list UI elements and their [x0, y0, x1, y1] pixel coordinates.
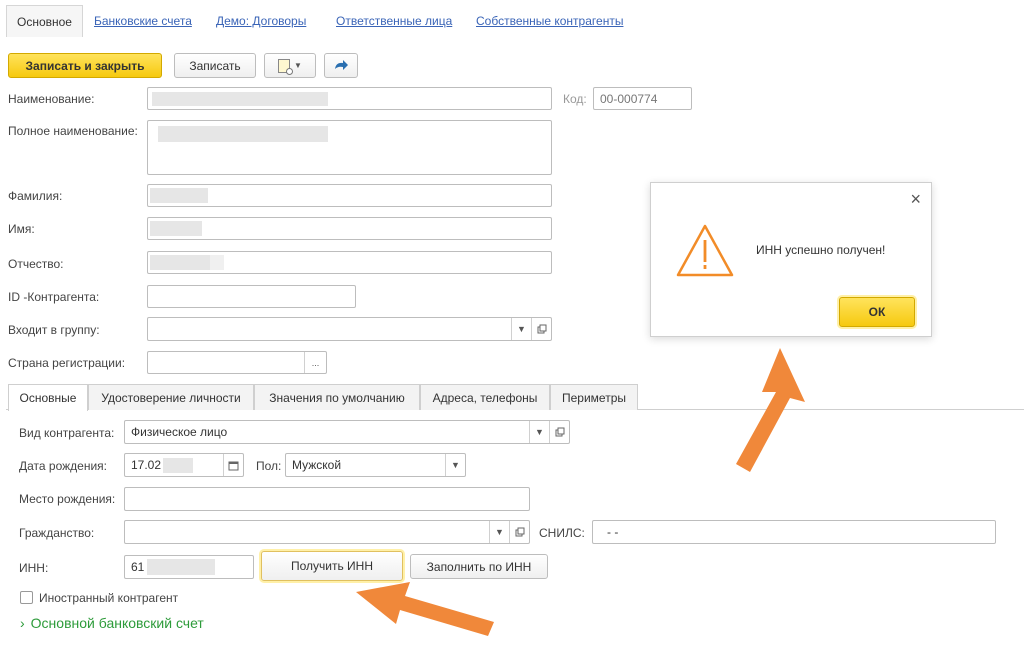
kind-select[interactable]: Физическое лицо ▼ [124, 420, 570, 444]
annotation-arrow-left-icon [356, 582, 494, 636]
inner-tab-main[interactable]: Основные [8, 384, 88, 411]
arrow-right-icon [335, 59, 348, 70]
inn-label: ИНН: [19, 561, 49, 575]
counterparty-id-field[interactable] [147, 285, 356, 308]
close-icon[interactable]: × [910, 189, 921, 210]
citizenship-field[interactable]: ▼ [124, 520, 530, 544]
birthdate-value: 17.02 [131, 458, 162, 472]
lastname-field[interactable] [147, 184, 552, 207]
birthplace-field[interactable] [124, 487, 530, 511]
birthplace-label: Место рождения: [19, 492, 116, 506]
foreign-label: Иностранный контрагент [39, 591, 179, 605]
save-button[interactable]: Записать [174, 53, 256, 78]
fullname-label: Полное наименование: [8, 124, 138, 138]
kind-value: Физическое лицо [131, 425, 228, 439]
country-label: Страна регистрации: [8, 356, 126, 370]
tab-main[interactable]: Основное [6, 5, 83, 37]
citizenship-label: Гражданство: [19, 526, 95, 540]
group-field[interactable]: ▼ [147, 317, 552, 341]
tab-responsible-persons[interactable]: Ответственные лица [336, 14, 452, 28]
middlename-label: Отчество: [8, 257, 64, 271]
middlename-field[interactable] [147, 251, 552, 274]
document-icon [278, 58, 294, 75]
firstname-label: Имя: [8, 222, 35, 236]
annotation-arrow-up-icon [736, 348, 805, 472]
code-field: 00-000774 [593, 87, 692, 110]
foreign-checkbox[interactable] [20, 591, 33, 604]
select-button[interactable]: ... [304, 352, 326, 373]
lastname-label: Фамилия: [8, 189, 63, 203]
go-to-button[interactable] [324, 53, 358, 78]
tab-bank-accounts[interactable]: Банковские счета [94, 14, 192, 28]
birthdate-label: Дата рождения: [19, 459, 107, 473]
inner-tab-defaults[interactable]: Значения по умолчанию [254, 384, 420, 410]
code-label: Код: [563, 92, 587, 106]
calendar-icon[interactable] [223, 454, 243, 476]
inner-tab-addresses[interactable]: Адреса, телефоны [420, 384, 550, 410]
bank-account-section-toggle[interactable]: › Основной банковский счет [20, 615, 204, 631]
inner-tab-identity[interactable]: Удостоверение личности [88, 384, 254, 410]
warning-icon [676, 224, 734, 277]
dialog-message: ИНН успешно получен! [756, 243, 886, 257]
counterparty-id-label: ID -Контрагента: [8, 290, 100, 304]
chevron-down-icon[interactable]: ▼ [511, 318, 531, 340]
snils-field[interactable]: - - [592, 520, 996, 544]
chevron-down-icon[interactable]: ▼ [445, 454, 465, 476]
birthdate-field[interactable]: 17.02 [124, 453, 244, 477]
tab-own-counterparties[interactable]: Собственные контрагенты [476, 14, 623, 28]
inn-field[interactable]: 61 [124, 555, 254, 579]
firstname-field[interactable] [147, 217, 552, 240]
print-menu-button[interactable]: ▼ [264, 53, 316, 78]
open-icon[interactable] [531, 318, 551, 340]
save-and-close-button[interactable]: Записать и закрыть [8, 53, 162, 78]
chevron-down-icon[interactable]: ▼ [529, 421, 549, 443]
tab-demo-contracts[interactable]: Демо: Договоры [216, 14, 306, 28]
snils-label: СНИЛС: [539, 526, 585, 540]
get-inn-button[interactable]: Получить ИНН [261, 551, 403, 581]
name-field[interactable] [147, 87, 552, 110]
chevron-right-icon: › [20, 615, 25, 631]
open-icon[interactable] [549, 421, 569, 443]
open-icon[interactable] [509, 521, 529, 543]
chevron-down-icon[interactable]: ▼ [489, 521, 509, 543]
name-label: Наименование: [8, 92, 95, 106]
bank-account-section-label: Основной банковский счет [30, 615, 204, 631]
ok-button[interactable]: ОК [839, 297, 915, 327]
sex-label: Пол: [256, 459, 282, 473]
fill-by-inn-button[interactable]: Заполнить по ИНН [410, 554, 548, 579]
kind-label: Вид контрагента: [19, 426, 115, 440]
sex-value: Мужской [292, 458, 342, 472]
inner-tab-perimeters[interactable]: Периметры [550, 384, 638, 410]
inn-value: 61 [131, 560, 145, 574]
chevron-down-icon: ▼ [294, 61, 302, 70]
sex-select[interactable]: Мужской ▼ [285, 453, 466, 477]
fullname-field[interactable] [147, 120, 552, 175]
group-label: Входит в группу: [8, 323, 100, 337]
message-dialog: × ИНН успешно получен! ОК [650, 182, 932, 337]
country-field[interactable]: ... [147, 351, 327, 374]
